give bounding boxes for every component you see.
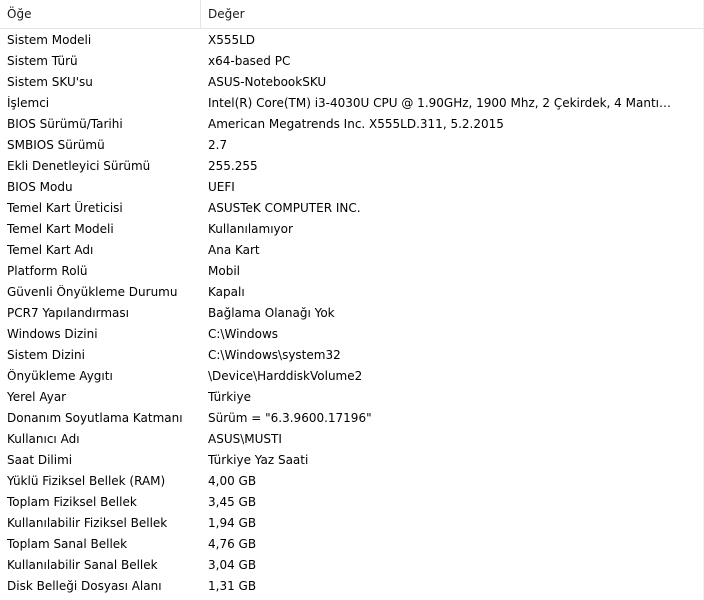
row-item-cell: Yerel Ayar [7,389,67,404]
row-value-cell: ASUS-NotebookSKU [208,74,327,89]
row-value-cell: ASUSTeK COMPUTER INC. [208,200,361,215]
table-row[interactable]: Kullanılabilir Sanal Bellek 3,04 GB [0,554,704,575]
row-item-cell: SMBIOS Sürümü [7,137,105,152]
table-row[interactable]: BIOS Modu UEFI [0,176,704,197]
row-value-cell: Kapalı [208,284,245,299]
row-value-cell: 255.255 [208,158,258,173]
row-value-cell: Kullanılamıyor [208,221,293,236]
row-value-cell: American Megatrends Inc. X555LD.311, 5.2… [208,116,504,131]
table-header: Öğe Değer [0,0,704,29]
row-item-cell: Kullanıcı Adı [7,431,80,446]
table-row[interactable]: Temel Kart Üreticisi ASUSTeK COMPUTER INC… [0,197,704,218]
row-value-cell: Ana Kart [208,242,260,257]
row-item-cell: Temel Kart Üreticisi [7,200,123,215]
table-row[interactable]: Sistem Modeli X555LD [0,29,704,50]
row-value-cell: 1,94 GB [208,515,257,530]
row-item-cell: İşlemci [7,95,50,110]
table-row[interactable]: Sistem Türü x64-based PC [0,50,704,71]
table-row[interactable]: Toplam Fiziksel Bellek 3,45 GB [0,491,704,512]
table-row[interactable]: Temel Kart Adı Ana Kart [0,239,704,260]
table-row[interactable]: BIOS Sürümü/Tarihi American Megatrends In… [0,113,704,134]
row-item-cell: Kullanılabilir Fiziksel Bellek [7,515,168,530]
table-row[interactable]: Platform Rolü Mobil [0,260,704,281]
row-item-cell: Toplam Sanal Bellek [7,536,128,551]
row-item-cell: Kullanılabilir Sanal Bellek [7,557,158,572]
row-item-cell: Sistem Türü [7,53,78,68]
row-value-cell: ASUS\MUSTI [208,431,282,446]
row-item-cell: Ekli Denetleyici Sürümü [7,158,151,173]
system-summary-table: Öğe Değer Sistem Modeli X555LD Sistem Türü… [0,0,704,600]
row-item-cell: Platform Rolü [7,263,88,278]
row-value-cell: Türkiye Yaz Saati [208,452,309,467]
table-row[interactable]: Yerel Ayar Türkiye [0,386,704,407]
table-row[interactable]: Kullanılabilir Fiziksel Bellek 1,94 GB [0,512,704,533]
row-value-cell: 3,04 GB [208,557,257,572]
row-item-cell: Sistem SKU'su [7,74,93,89]
table-body: Sistem Modeli X555LD Sistem Türü x64-based … [0,29,704,596]
row-item-cell: Toplam Fiziksel Bellek [7,494,137,509]
table-row[interactable]: PCR7 Yapılandırması Bağlama Olanağı Yok [0,302,704,323]
row-item-cell: Temel Kart Adı [7,242,94,257]
row-value-cell: 1,31 GB [208,578,257,593]
row-value-cell: C:\Windows\system32 [208,347,341,362]
row-value-cell: 2.7 [208,137,228,152]
row-item-cell: Saat Dilimi [7,452,73,467]
table-row[interactable]: Donanım Soyutlama Katmanı Sürüm = "6.3.96… [0,407,704,428]
table-row[interactable]: İşlemci Intel(R) Core(TM) i3-4030U CPU @ … [0,92,704,113]
row-value-cell: Intel(R) Core(TM) i3-4030U CPU @ 1.90GHz… [208,95,691,110]
row-value-cell: 4,00 GB [208,473,257,488]
row-value-cell: Mobil [208,263,240,278]
row-value-cell: X555LD [208,32,256,47]
row-item-cell: Donanım Soyutlama Katmanı [7,410,183,425]
column-header-value[interactable]: Değer [201,0,704,28]
table-row[interactable]: Sistem SKU'su ASUS-NotebookSKU [0,71,704,92]
row-item-cell: PCR7 Yapılandırması [7,305,129,320]
row-item-cell: Sistem Dizini [7,347,85,362]
table-row[interactable]: Kullanıcı Adı ASUS\MUSTI [0,428,704,449]
row-item-cell: Yüklü Fiziksel Bellek (RAM) [7,473,166,488]
table-row[interactable]: Windows Dizini C:\Windows [0,323,704,344]
row-item-cell: BIOS Modu [7,179,73,194]
column-header-item[interactable]: Öğe [0,0,201,28]
row-item-cell: Disk Belleği Dosyası Alanı [7,578,162,593]
table-row[interactable]: Disk Belleği Dosyası Alanı 1,31 GB [0,575,704,596]
row-value-cell: Bağlama Olanağı Yok [208,305,335,320]
row-item-cell: Güvenli Önyükleme Durumu [7,284,178,299]
table-row[interactable]: Temel Kart Modeli Kullanılamıyor [0,218,704,239]
row-value-cell: Türkiye [208,389,251,404]
row-item-cell: Windows Dizini [7,326,98,341]
table-row[interactable]: Sistem Dizini C:\Windows\system32 [0,344,704,365]
row-item-cell: Sistem Modeli [7,32,92,47]
table-row[interactable]: Toplam Sanal Bellek 4,76 GB [0,533,704,554]
table-row[interactable]: SMBIOS Sürümü 2.7 [0,134,704,155]
row-value-cell: UEFI [208,179,235,194]
row-item-cell: BIOS Sürümü/Tarihi [7,116,123,131]
row-value-cell: 4,76 GB [208,536,257,551]
row-item-cell: Önyükleme Aygıtı [7,368,113,383]
table-row[interactable]: Saat Dilimi Türkiye Yaz Saati [0,449,704,470]
table-row[interactable]: Önyükleme Aygıtı \Device\HarddiskVolume2 [0,365,704,386]
row-value-cell: 3,45 GB [208,494,257,509]
row-value-cell: \Device\HarddiskVolume2 [208,368,363,383]
row-value-cell: x64-based PC [208,53,291,68]
row-value-cell: Sürüm = "6.3.9600.17196" [208,410,372,425]
row-item-cell: Temel Kart Modeli [7,221,114,236]
table-row[interactable]: Ekli Denetleyici Sürümü 255.255 [0,155,704,176]
table-row[interactable]: Güvenli Önyükleme Durumu Kapalı [0,281,704,302]
table-row[interactable]: Yüklü Fiziksel Bellek (RAM) 4,00 GB [0,470,704,491]
row-value-cell: C:\Windows [208,326,279,341]
